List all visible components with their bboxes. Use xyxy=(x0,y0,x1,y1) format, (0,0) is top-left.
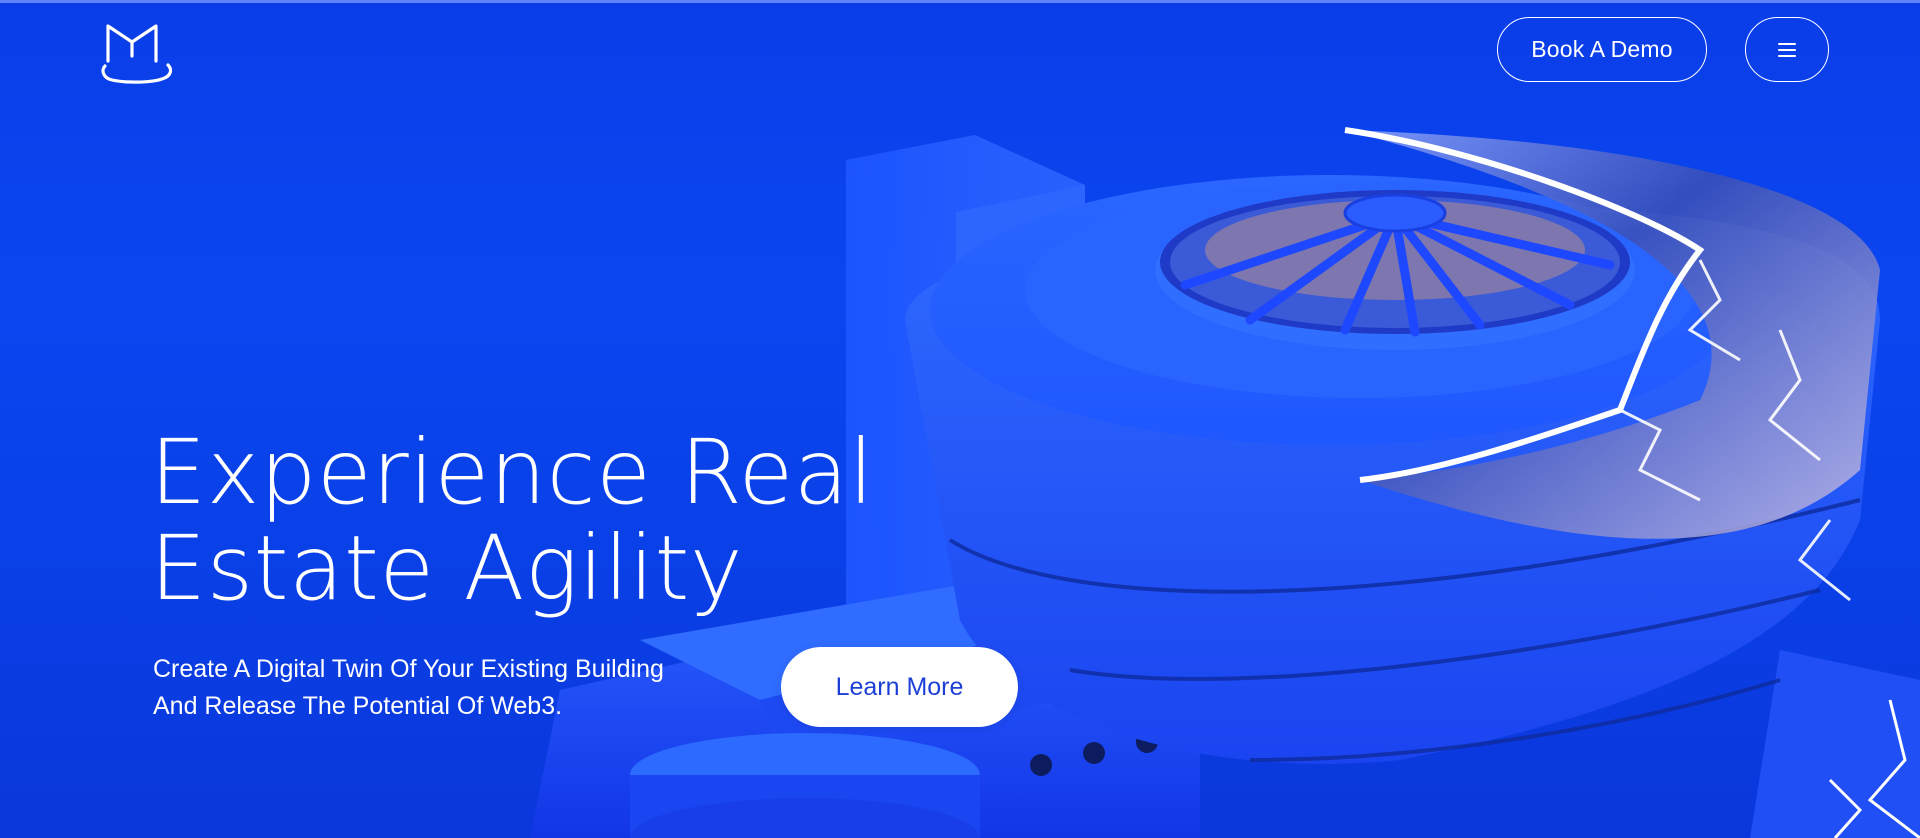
brand-logo[interactable] xyxy=(96,16,180,86)
learn-more-label: Learn More xyxy=(835,672,964,701)
book-demo-label: Book A Demo xyxy=(1531,36,1673,62)
hero-subtitle-line-1: Create A Digital Twin Of Your Existing B… xyxy=(153,655,664,683)
learn-more-button[interactable]: Learn More xyxy=(781,647,1018,727)
hero-subtitle: Create A Digital Twin Of Your Existing B… xyxy=(153,651,713,725)
landing-page: Book A Demo Experience Real Estate Agili… xyxy=(0,0,1920,838)
hero-subtitle-line-2: And Release The Potential Of Web3. xyxy=(153,692,563,720)
hero-title-line-2: Estate Agility xyxy=(150,516,744,620)
hamburger-menu-icon xyxy=(1778,42,1796,57)
menu-button[interactable] xyxy=(1745,17,1829,82)
book-demo-button[interactable]: Book A Demo xyxy=(1497,17,1707,82)
hero-title-line-1: Experience Real xyxy=(150,420,874,524)
hero-title: Experience Real Estate Agility xyxy=(150,424,874,616)
